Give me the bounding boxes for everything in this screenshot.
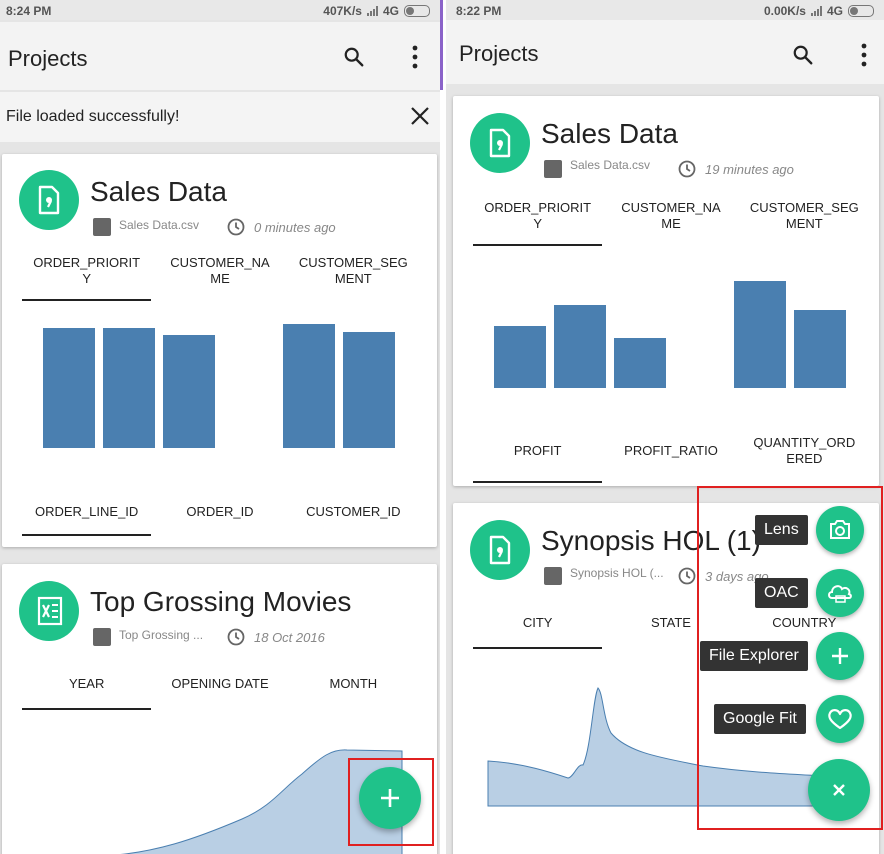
clock-icon <box>678 160 696 178</box>
column-tabs: YEAR OPENING DATE MONTH <box>20 672 420 710</box>
project-card-sales-data[interactable]: Sales Data Sales Data.csv 19 minutes ago… <box>453 96 879 486</box>
divider-accent <box>440 0 443 90</box>
chart-bar <box>103 327 155 448</box>
page-title: Projects <box>459 41 539 66</box>
network-speed: 0.00K/s <box>763 4 806 18</box>
chart-bar <box>554 304 606 388</box>
status-bar: 8:24 PM 407K/s 4G <box>0 0 440 20</box>
speed-dial-label-google-fit[interactable]: Google Fit <box>714 704 806 734</box>
tab-order-id[interactable]: ORDER_ID <box>153 494 286 536</box>
chart-bar <box>43 327 95 448</box>
card-file-name: Synopsis HOL (... <box>570 566 664 580</box>
chart-bar <box>163 334 215 448</box>
tab-customer-name[interactable]: CUSTOMER_NAME <box>153 251 286 301</box>
snackbar-message: File loaded successfully! <box>6 108 180 125</box>
column-tabs-bottom: PROFIT PROFIT_RATIO QUANTITY_ORDERED <box>471 433 871 483</box>
chart-icon <box>93 628 111 646</box>
tab-customer-name[interactable]: CUSTOMER_NAME <box>604 196 737 246</box>
close-icon[interactable] <box>410 106 430 126</box>
more-options-icon[interactable] <box>410 44 420 70</box>
tab-order-priority[interactable]: ORDER_PRIORITY <box>471 196 604 246</box>
cloud-icon[interactable] <box>816 569 864 617</box>
column-tabs-bottom: ORDER_LINE_ID ORDER_ID CUSTOMER_ID <box>20 494 420 536</box>
close-speed-dial-button[interactable] <box>808 759 870 821</box>
tab-customer-segment[interactable]: CUSTOMER_SEGMENT <box>287 251 420 301</box>
tab-opening-date[interactable]: OPENING DATE <box>153 672 286 710</box>
left-screen: 8:24 PM 407K/s 4G Projects File loaded s… <box>0 0 440 854</box>
chart-bar <box>494 325 546 388</box>
network-speed: 407K/s <box>323 4 362 18</box>
card-timestamp: 19 minutes ago <box>705 162 794 177</box>
tab-profit[interactable]: PROFIT <box>471 433 604 483</box>
signal-icon <box>810 6 822 16</box>
status-time: 8:24 PM <box>6 4 52 18</box>
app-bar: Projects <box>0 22 440 90</box>
chart-icon <box>544 567 562 585</box>
project-card-sales-data[interactable]: Sales Data Sales Data.csv 0 minutes ago … <box>2 154 437 547</box>
chart-bar <box>794 310 846 388</box>
tab-order-priority[interactable]: ORDER_PRIORITY <box>20 251 153 301</box>
tab-city[interactable]: CITY <box>471 611 604 649</box>
tab-profit-ratio[interactable]: PROFIT_RATIO <box>604 433 737 483</box>
network-type: 4G <box>826 4 843 18</box>
card-file-name: Sales Data.csv <box>570 158 651 172</box>
search-icon[interactable] <box>343 46 365 68</box>
tab-year[interactable]: YEAR <box>20 672 153 710</box>
column-tabs: CITY STATE COUNTRY <box>471 611 871 649</box>
heart-icon[interactable] <box>816 695 864 743</box>
speed-dial-label-oac[interactable]: OAC <box>755 578 808 608</box>
tab-order-line-id[interactable]: ORDER_LINE_ID <box>20 494 153 536</box>
camera-icon[interactable] <box>816 506 864 554</box>
tab-customer-segment[interactable]: CUSTOMER_SEGMENT <box>738 196 871 246</box>
search-icon[interactable] <box>792 44 814 66</box>
plus-icon[interactable] <box>816 632 864 680</box>
app-bar: Projects <box>446 20 884 84</box>
csv-file-icon <box>470 113 530 173</box>
bar-chart <box>42 324 402 448</box>
chart-icon <box>544 160 562 178</box>
tab-month[interactable]: MONTH <box>287 672 420 710</box>
card-file-name: Sales Data.csv <box>119 218 200 232</box>
chart-icon <box>93 218 111 236</box>
battery-icon <box>848 5 874 17</box>
right-screen: 8:22 PM 0.00K/s 4G Projects Sales Data S… <box>446 0 884 854</box>
column-tabs-top: ORDER_PRIORITY CUSTOMER_NAME CUSTOMER_SE… <box>20 251 420 301</box>
network-type: 4G <box>382 4 399 18</box>
speed-dial-label-lens[interactable]: Lens <box>755 515 808 545</box>
tab-customer-id[interactable]: CUSTOMER_ID <box>287 494 420 536</box>
chart-bar <box>283 324 335 448</box>
add-project-button[interactable] <box>359 767 421 829</box>
csv-file-icon <box>470 520 530 580</box>
snackbar: File loaded successfully! <box>0 92 440 142</box>
battery-icon <box>404 5 430 17</box>
card-title: Synopsis HOL (1) <box>541 525 761 556</box>
card-title: Top Grossing Movies <box>90 586 352 617</box>
clock-icon <box>227 628 245 646</box>
page-title: Projects <box>8 46 88 71</box>
column-tabs-top: ORDER_PRIORITY CUSTOMER_NAME CUSTOMER_SE… <box>471 196 871 246</box>
card-timestamp: 18 Oct 2016 <box>254 630 325 645</box>
card-timestamp: 0 minutes ago <box>254 220 336 235</box>
signal-icon <box>366 6 378 16</box>
bar-chart <box>493 281 853 388</box>
chart-bar <box>734 281 786 388</box>
status-time: 8:22 PM <box>456 4 502 18</box>
card-title: Sales Data <box>90 176 227 207</box>
csv-file-icon <box>19 170 79 230</box>
more-options-icon[interactable] <box>859 42 869 68</box>
excel-file-icon <box>19 581 79 641</box>
card-file-name: Top Grossing ... <box>119 628 204 642</box>
card-title: Sales Data <box>541 118 678 149</box>
tab-quantity-ordered[interactable]: QUANTITY_ORDERED <box>738 433 871 483</box>
status-bar: 8:22 PM 0.00K/s 4G <box>446 0 884 20</box>
clock-icon <box>678 567 696 585</box>
speed-dial-label-file-explorer[interactable]: File Explorer <box>700 641 808 671</box>
chart-bar <box>343 332 395 448</box>
chart-bar <box>614 338 666 388</box>
clock-icon <box>227 218 245 236</box>
